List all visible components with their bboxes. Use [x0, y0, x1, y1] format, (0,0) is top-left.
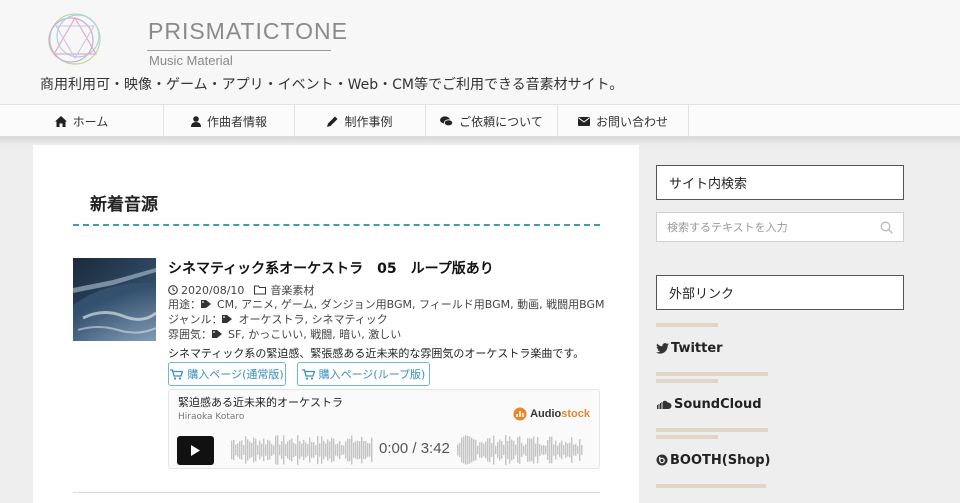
booth-icon	[656, 454, 668, 466]
section-divider	[73, 224, 600, 226]
link-bar	[656, 428, 768, 432]
chat-icon	[440, 115, 454, 127]
home-icon	[54, 115, 67, 127]
search-icon[interactable]	[880, 221, 893, 234]
search-input[interactable]	[657, 214, 867, 240]
post-meta-usage: 用途： CM, アニメ, ゲーム, ダンジョン用BGM, フィールド用BGM, …	[168, 296, 604, 312]
nav-item-label: 制作事例	[344, 114, 393, 129]
link-label: SoundCloud	[674, 396, 762, 412]
nav-shadow	[0, 137, 960, 145]
link-bar	[656, 484, 766, 488]
soundcloud-icon	[656, 400, 672, 409]
cart-icon	[301, 368, 315, 380]
twitter-icon	[656, 342, 669, 354]
player-time: 0:00 / 3:42	[379, 440, 450, 457]
nav-item-home[interactable]: ホーム	[0, 105, 164, 137]
user-icon	[190, 115, 201, 127]
audiostock-logo[interactable]: Audio stock	[513, 407, 590, 421]
play-icon	[191, 445, 200, 456]
nav-item-label: ホーム	[72, 114, 109, 129]
usage-label: 用途：	[168, 298, 201, 311]
usage-tags[interactable]: CM, アニメ, ゲーム, ダンジョン用BGM, フィールド用BGM, 動画, …	[217, 296, 604, 312]
buy-normal-button[interactable]: 購入ページ(通常版)	[168, 362, 286, 386]
mood-tags[interactable]: SF, かっこいい, 戦闘, 暗い, 激しい	[228, 326, 401, 342]
pencil-icon	[327, 116, 338, 127]
global-nav: ホーム 作曲者情報 制作事例 ご依頼について お問い合わせ	[0, 104, 960, 137]
link-booth[interactable]: BOOTH(Shop)	[656, 435, 776, 488]
post-separator	[73, 492, 600, 493]
link-bar	[656, 323, 718, 327]
post-meta-mood: 雰囲気： SF, かっこいい, 戦闘, 暗い, 激しい	[168, 326, 401, 342]
audiostock-brand-a: Audio	[530, 408, 562, 420]
link-bar	[656, 435, 718, 439]
nav-item-works[interactable]: 制作事例	[295, 105, 426, 137]
nav-item-request[interactable]: ご依頼について	[426, 105, 558, 137]
link-twitter[interactable]: Twitter	[656, 323, 768, 376]
play-button[interactable]	[177, 436, 214, 465]
mail-icon	[577, 116, 590, 126]
tag-icon	[222, 314, 235, 324]
post-thumbnail[interactable]	[73, 258, 156, 341]
buy-normal-label: 購入ページ(通常版)	[187, 368, 284, 381]
link-bar	[656, 372, 768, 376]
section-title: 新着音源	[90, 195, 158, 215]
prism-logo-icon	[48, 13, 101, 65]
buy-loop-label: 購入ページ(ループ版)	[318, 368, 426, 381]
player-track-title: 緊迫感ある近未来的オーケストラ	[178, 396, 343, 409]
nav-item-label: ご依頼について	[459, 114, 543, 129]
nav-item-label: 作曲者情報	[206, 114, 267, 129]
post-date: 2020/08/10	[181, 283, 245, 297]
links-widget-title: 外部リンク	[656, 275, 904, 310]
nav-item-composer[interactable]: 作曲者情報	[164, 105, 295, 137]
clock-icon	[168, 285, 178, 295]
link-soundcloud[interactable]: SoundCloud	[656, 379, 768, 432]
audiostock-icon	[513, 407, 527, 421]
logo-subtitle: Music Material	[149, 53, 233, 68]
player-artist: Hiraoka Kotaro	[178, 412, 245, 422]
buy-loop-button[interactable]: 購入ページ(ループ版)	[297, 362, 430, 386]
mood-label: 雰囲気：	[168, 328, 212, 341]
search-widget-title: サイト内検索	[656, 165, 904, 200]
logo-rule	[147, 50, 331, 51]
logo-name: PRISMATICTONE	[148, 18, 348, 44]
folder-icon	[254, 285, 267, 295]
site-header: PRISMATICTONE Music Material 商用利用可・映像・ゲー…	[0, 0, 960, 104]
site-tagline: 商用利用可・映像・ゲーム・アプリ・イベント・Web・CM等でご利用できる音素材サ…	[40, 77, 624, 93]
tag-icon	[212, 329, 225, 339]
post-description: シネマティック系の緊迫感、緊張感ある近未来的な雰囲気のオーケストラ楽曲です。	[168, 347, 585, 360]
post-meta-genre: ジャンル： オーケストラ, シネマティック	[168, 311, 388, 327]
earth-image	[73, 258, 156, 341]
genre-label: ジャンル：	[168, 313, 223, 326]
link-label: Twitter	[671, 340, 723, 356]
audiostock-brand-b: stock	[561, 408, 590, 420]
search-box	[656, 212, 904, 242]
tag-icon	[201, 299, 214, 309]
site-logo[interactable]: PRISMATICTONE Music Material	[44, 8, 347, 68]
post-title[interactable]: シネマティック系オーケストラ 05 ループ版あり	[168, 258, 494, 278]
genre-tags[interactable]: オーケストラ, シネマティック	[238, 311, 387, 327]
link-bar	[656, 379, 718, 383]
link-label: BOOTH(Shop)	[670, 452, 771, 468]
nav-item-label: お問い合わせ	[595, 114, 668, 129]
cart-icon	[170, 368, 184, 380]
nav-item-contact[interactable]: お問い合わせ	[558, 105, 689, 137]
audio-player: 緊迫感ある近未来的オーケストラ Hiraoka Kotaro Audio stoc…	[168, 389, 600, 469]
